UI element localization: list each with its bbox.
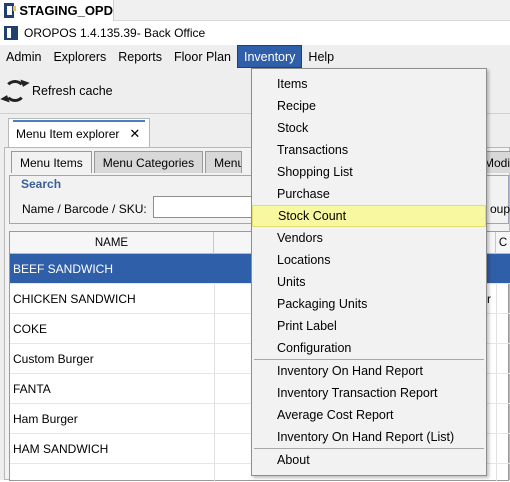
menu-inventory[interactable]: Inventory	[237, 45, 303, 68]
taskbar-app-tab[interactable]: STAGING_OPD	[0, 0, 114, 21]
tab-label: Menu Item explorer	[16, 126, 120, 141]
subtab-menu-categories[interactable]: Menu Categories	[93, 151, 204, 173]
row-name: COKE	[13, 322, 48, 336]
menu-item-inventory-on-hand-report[interactable]: Inventory On Hand Report	[252, 360, 486, 382]
menu-item-inventory-on-hand-report-list[interactable]: Inventory On Hand Report (List)	[252, 426, 486, 448]
row-name: HAM SANDWICH	[13, 442, 109, 456]
window-titlebar: OROPOS 1.4.135.39- Back Office	[0, 21, 510, 45]
menu-item-packaging-units[interactable]: Packaging Units	[252, 293, 486, 315]
subtab-menu-groups[interactable]: Menu G	[205, 151, 243, 173]
app-logo-icon	[4, 3, 17, 18]
row-name: CHICKEN SANDWICH	[13, 292, 136, 306]
search-input[interactable]	[153, 196, 263, 218]
menu-help[interactable]: Help	[302, 45, 340, 68]
taskbar-app-label: STAGING_OPD	[19, 3, 113, 18]
menu-item-average-cost-report[interactable]: Average Cost Report	[252, 404, 486, 426]
menu-floor-plan[interactable]: Floor Plan	[168, 45, 237, 68]
tab-menu-item-explorer[interactable]: Menu Item explorer ✕	[8, 118, 150, 148]
menu-explorers[interactable]: Explorers	[47, 45, 112, 68]
column-header-name[interactable]: NAME	[10, 232, 214, 254]
menu-reports[interactable]: Reports	[112, 45, 168, 68]
subtab-menu-items[interactable]: Menu Items	[11, 151, 92, 173]
refresh-icon	[4, 80, 26, 102]
menu-item-shopping-list[interactable]: Shopping List	[252, 161, 486, 183]
menu-item-stock[interactable]: Stock	[252, 117, 486, 139]
menu-admin[interactable]: Admin	[0, 45, 47, 68]
menu-item-recipe[interactable]: Recipe	[252, 95, 486, 117]
search-field-label: Name / Barcode / SKU:	[22, 202, 147, 216]
group-label-partial: oup	[490, 202, 510, 216]
row-name: BEEF SANDWICH	[13, 262, 114, 276]
menu-item-print-label[interactable]: Print Label	[252, 315, 486, 337]
menu-item-locations[interactable]: Locations	[252, 249, 486, 271]
window-title: OROPOS 1.4.135.39- Back Office	[24, 26, 206, 40]
taskbar: STAGING_OPD	[0, 0, 510, 21]
row-name: Custom Burger	[13, 352, 94, 366]
menu-item-vendors[interactable]: Vendors	[252, 227, 486, 249]
search-legend: Search	[19, 177, 64, 191]
row-name: FANTA	[13, 382, 51, 396]
menu-item-items[interactable]: Items	[252, 73, 486, 95]
menu-item-about[interactable]: About	[252, 449, 486, 471]
refresh-cache-label: Refresh cache	[32, 84, 113, 98]
menu-item-transactions[interactable]: Transactions	[252, 139, 486, 161]
app-icon	[4, 26, 18, 40]
column-header-c[interactable]: C	[496, 232, 510, 254]
menu-item-purchase[interactable]: Purchase	[252, 183, 486, 205]
menubar: Admin Explorers Reports Floor Plan Inven…	[0, 45, 510, 68]
close-icon[interactable]: ✕	[129, 126, 140, 142]
menu-item-inventory-transaction-report[interactable]: Inventory Transaction Report	[252, 382, 486, 404]
inventory-dropdown-menu: Items Recipe Stock Transactions Shopping…	[251, 68, 487, 476]
row-name: Ham Burger	[13, 412, 78, 426]
explorer-subtabs: Menu Items Menu Categories Menu G	[11, 151, 244, 173]
menu-item-configuration[interactable]: Configuration	[252, 337, 486, 359]
refresh-cache-button[interactable]: Refresh cache	[4, 80, 113, 102]
menu-item-stock-count[interactable]: Stock Count	[252, 205, 486, 227]
menu-item-units[interactable]: Units	[252, 271, 486, 293]
